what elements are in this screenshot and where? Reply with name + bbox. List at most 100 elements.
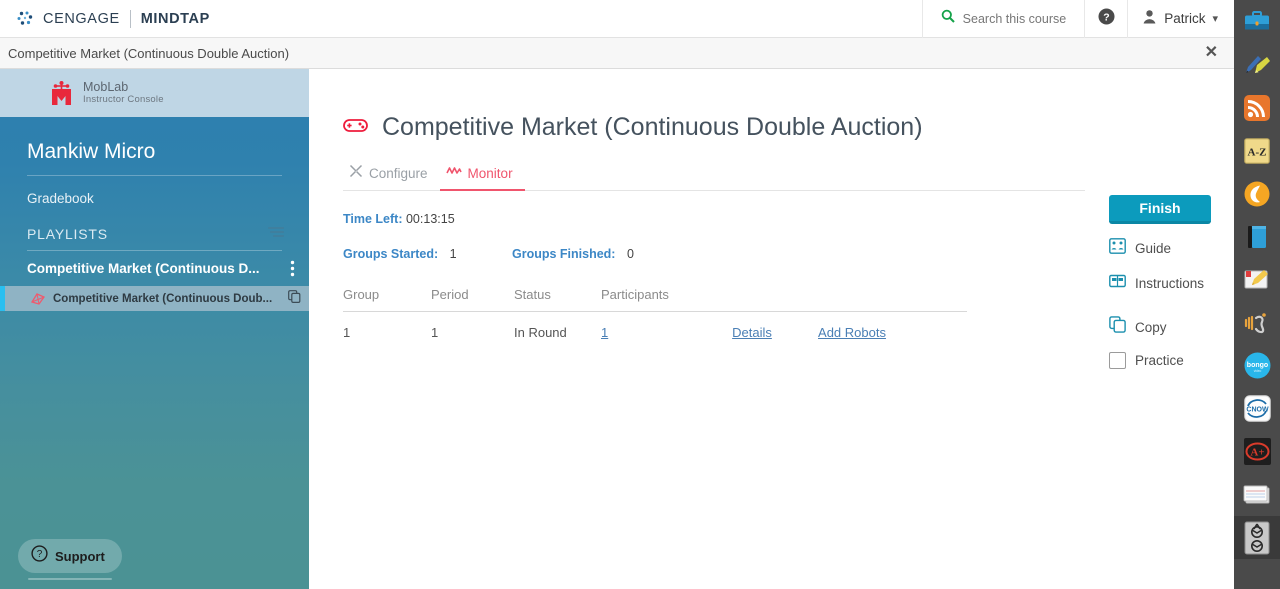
support-label: Support bbox=[55, 548, 105, 564]
notepad-pencil-icon[interactable] bbox=[1234, 258, 1280, 301]
content-tabs: Configure Monitor bbox=[343, 161, 1085, 191]
instructions-icon bbox=[1109, 273, 1126, 294]
tab-configure[interactable]: Configure bbox=[343, 164, 440, 190]
index-card-icon[interactable] bbox=[1234, 473, 1280, 516]
kebab-menu-icon[interactable] bbox=[290, 260, 295, 277]
guide-label: Guide bbox=[1135, 241, 1172, 256]
groups-table: Group Period Status Participants 1 1 In … bbox=[343, 287, 967, 340]
activity-tab-header: Competitive Market (Continuous Double Au… bbox=[0, 38, 1234, 69]
playlist-child-name: Competitive Market (Continuous Doub... bbox=[53, 292, 273, 305]
wrench-icon bbox=[349, 164, 363, 183]
activity-tab-title: Competitive Market (Continuous Double Au… bbox=[8, 45, 290, 61]
table-row: 1 1 In Round 1 Details Add Robots bbox=[343, 312, 967, 340]
add-robots-link[interactable]: Add Robots bbox=[818, 325, 886, 340]
cell-period: 1 bbox=[431, 325, 439, 340]
copy-icon bbox=[1109, 316, 1126, 338]
main-content: Competitive Market (Continuous Double Au… bbox=[309, 69, 1234, 589]
groups-started-label: Groups Started: bbox=[343, 247, 439, 261]
filter-icon[interactable] bbox=[267, 225, 285, 243]
action-column: Finish Guide Instructions Copy Practice bbox=[1109, 195, 1229, 369]
groups-finished-group: Groups Finished: 0 bbox=[512, 247, 634, 261]
col-header-group: Group bbox=[343, 287, 380, 302]
search-icon bbox=[941, 9, 955, 28]
a-z-glossary-icon[interactable]: A-Z bbox=[1234, 129, 1280, 172]
col-header-participants: Participants bbox=[601, 287, 669, 302]
user-name-label: Patrick bbox=[1164, 11, 1206, 26]
ebook-icon[interactable] bbox=[1234, 215, 1280, 258]
time-left-label: Time Left: bbox=[343, 212, 403, 226]
sidebar-playlist-item[interactable]: Competitive Market (Continuous D... bbox=[0, 251, 309, 286]
left-sidebar: MobLab Instructor Console Mankiw Micro G… bbox=[0, 69, 309, 589]
time-left-row: Time Left: 00:13:15 bbox=[343, 212, 1234, 226]
topbar-right-group: Search this course ? Patrick ▾ bbox=[921, 0, 1234, 38]
user-menu-button[interactable]: Patrick ▾ bbox=[1128, 0, 1234, 38]
cell-status: In Round bbox=[514, 325, 567, 340]
accessibility-icon[interactable] bbox=[1234, 516, 1280, 559]
col-header-status: Status bbox=[514, 287, 551, 302]
playlists-section-header: PLAYLISTS bbox=[0, 221, 309, 250]
brightspace-icon[interactable] bbox=[1234, 172, 1280, 215]
close-icon[interactable]: ✕ bbox=[1205, 45, 1218, 61]
support-button[interactable]: ? Support bbox=[18, 539, 122, 573]
moblab-name: MobLab bbox=[83, 80, 129, 95]
col-header-action-1 bbox=[702, 287, 802, 302]
bongo-icon[interactable]: bongo video bbox=[1234, 344, 1280, 387]
page-title-row: Competitive Market (Continuous Double Au… bbox=[309, 69, 1234, 142]
copy-icon[interactable] bbox=[288, 289, 301, 308]
copy-label: Copy bbox=[1135, 319, 1167, 335]
cengage-wordmark: CENGAGE bbox=[43, 10, 120, 27]
svg-text:bongo: bongo bbox=[1246, 362, 1267, 369]
instructions-button[interactable]: Instructions bbox=[1109, 273, 1229, 294]
briefcase-icon[interactable] bbox=[1234, 0, 1280, 43]
moblab-brand-text: MobLab Instructor Console bbox=[83, 80, 164, 105]
rss-icon[interactable] bbox=[1234, 86, 1280, 129]
help-button[interactable]: ? bbox=[1084, 0, 1129, 38]
sidebar-playlist-child-item[interactable]: Competitive Market (Continuous Doub... bbox=[0, 286, 309, 311]
details-link[interactable]: Details bbox=[732, 325, 772, 340]
svg-text:A+: A+ bbox=[1250, 447, 1264, 459]
moblab-brand-header: MobLab Instructor Console bbox=[0, 69, 309, 117]
question-circle-icon: ? bbox=[31, 545, 48, 567]
tab-monitor[interactable]: Monitor bbox=[439, 164, 525, 191]
tab-monitor-label: Monitor bbox=[467, 165, 513, 181]
groups-finished-value: 0 bbox=[626, 247, 634, 261]
course-title: Mankiw Micro bbox=[27, 140, 156, 163]
groups-started-value: 1 bbox=[449, 247, 457, 261]
mindtap-wordmark: MINDTAP bbox=[140, 10, 210, 27]
page-title: Competitive Market (Continuous Double Au… bbox=[382, 113, 923, 141]
brand-logo-group[interactable]: CENGAGE MINDTAP bbox=[16, 9, 210, 29]
tab-configure-label: Configure bbox=[369, 166, 428, 181]
groups-started-group: Groups Started: 1 bbox=[343, 247, 512, 261]
audio-speech-icon[interactable] bbox=[1234, 301, 1280, 344]
practice-checkbox[interactable] bbox=[1109, 352, 1126, 369]
group-stats-row: Groups Started: 1 Groups Finished: 0 bbox=[343, 247, 1234, 261]
finish-button[interactable]: Finish bbox=[1109, 195, 1211, 224]
search-course-button[interactable]: Search this course bbox=[921, 0, 1085, 38]
guide-book-icon bbox=[1109, 238, 1126, 259]
guide-button[interactable]: Guide bbox=[1109, 238, 1229, 259]
brand-divider bbox=[129, 9, 131, 28]
practice-label: Practice bbox=[1135, 353, 1184, 368]
svg-text:?: ? bbox=[37, 549, 43, 560]
cengage-logo-icon bbox=[16, 9, 36, 29]
cell-group: 1 bbox=[343, 325, 351, 340]
practice-toggle[interactable]: Practice bbox=[1109, 352, 1229, 369]
cell-participants-link[interactable]: 1 bbox=[601, 325, 608, 340]
sidebar-item-gradebook[interactable]: Gradebook bbox=[0, 176, 309, 221]
svg-text:CNOW: CNOW bbox=[1246, 407, 1269, 414]
search-input-label: Search this course bbox=[962, 11, 1067, 26]
aplus-grade-icon[interactable]: A+ bbox=[1234, 430, 1280, 473]
col-header-period: Period bbox=[431, 287, 469, 302]
svg-text:video: video bbox=[1253, 369, 1261, 373]
cnow-icon[interactable]: CNOW bbox=[1234, 387, 1280, 430]
person-icon bbox=[1142, 9, 1157, 29]
svg-text:?: ? bbox=[1103, 11, 1109, 23]
pencil-highlighter-icon[interactable] bbox=[1234, 43, 1280, 86]
svg-text:A-Z: A-Z bbox=[1248, 146, 1267, 158]
copy-button[interactable]: Copy bbox=[1109, 316, 1229, 338]
gamepad-icon bbox=[343, 117, 368, 139]
playlist-name: Competitive Market (Continuous D... bbox=[27, 261, 260, 276]
playlists-label: PLAYLISTS bbox=[27, 226, 108, 242]
game-kite-icon bbox=[30, 292, 46, 306]
help-circle-icon: ? bbox=[1098, 8, 1115, 30]
